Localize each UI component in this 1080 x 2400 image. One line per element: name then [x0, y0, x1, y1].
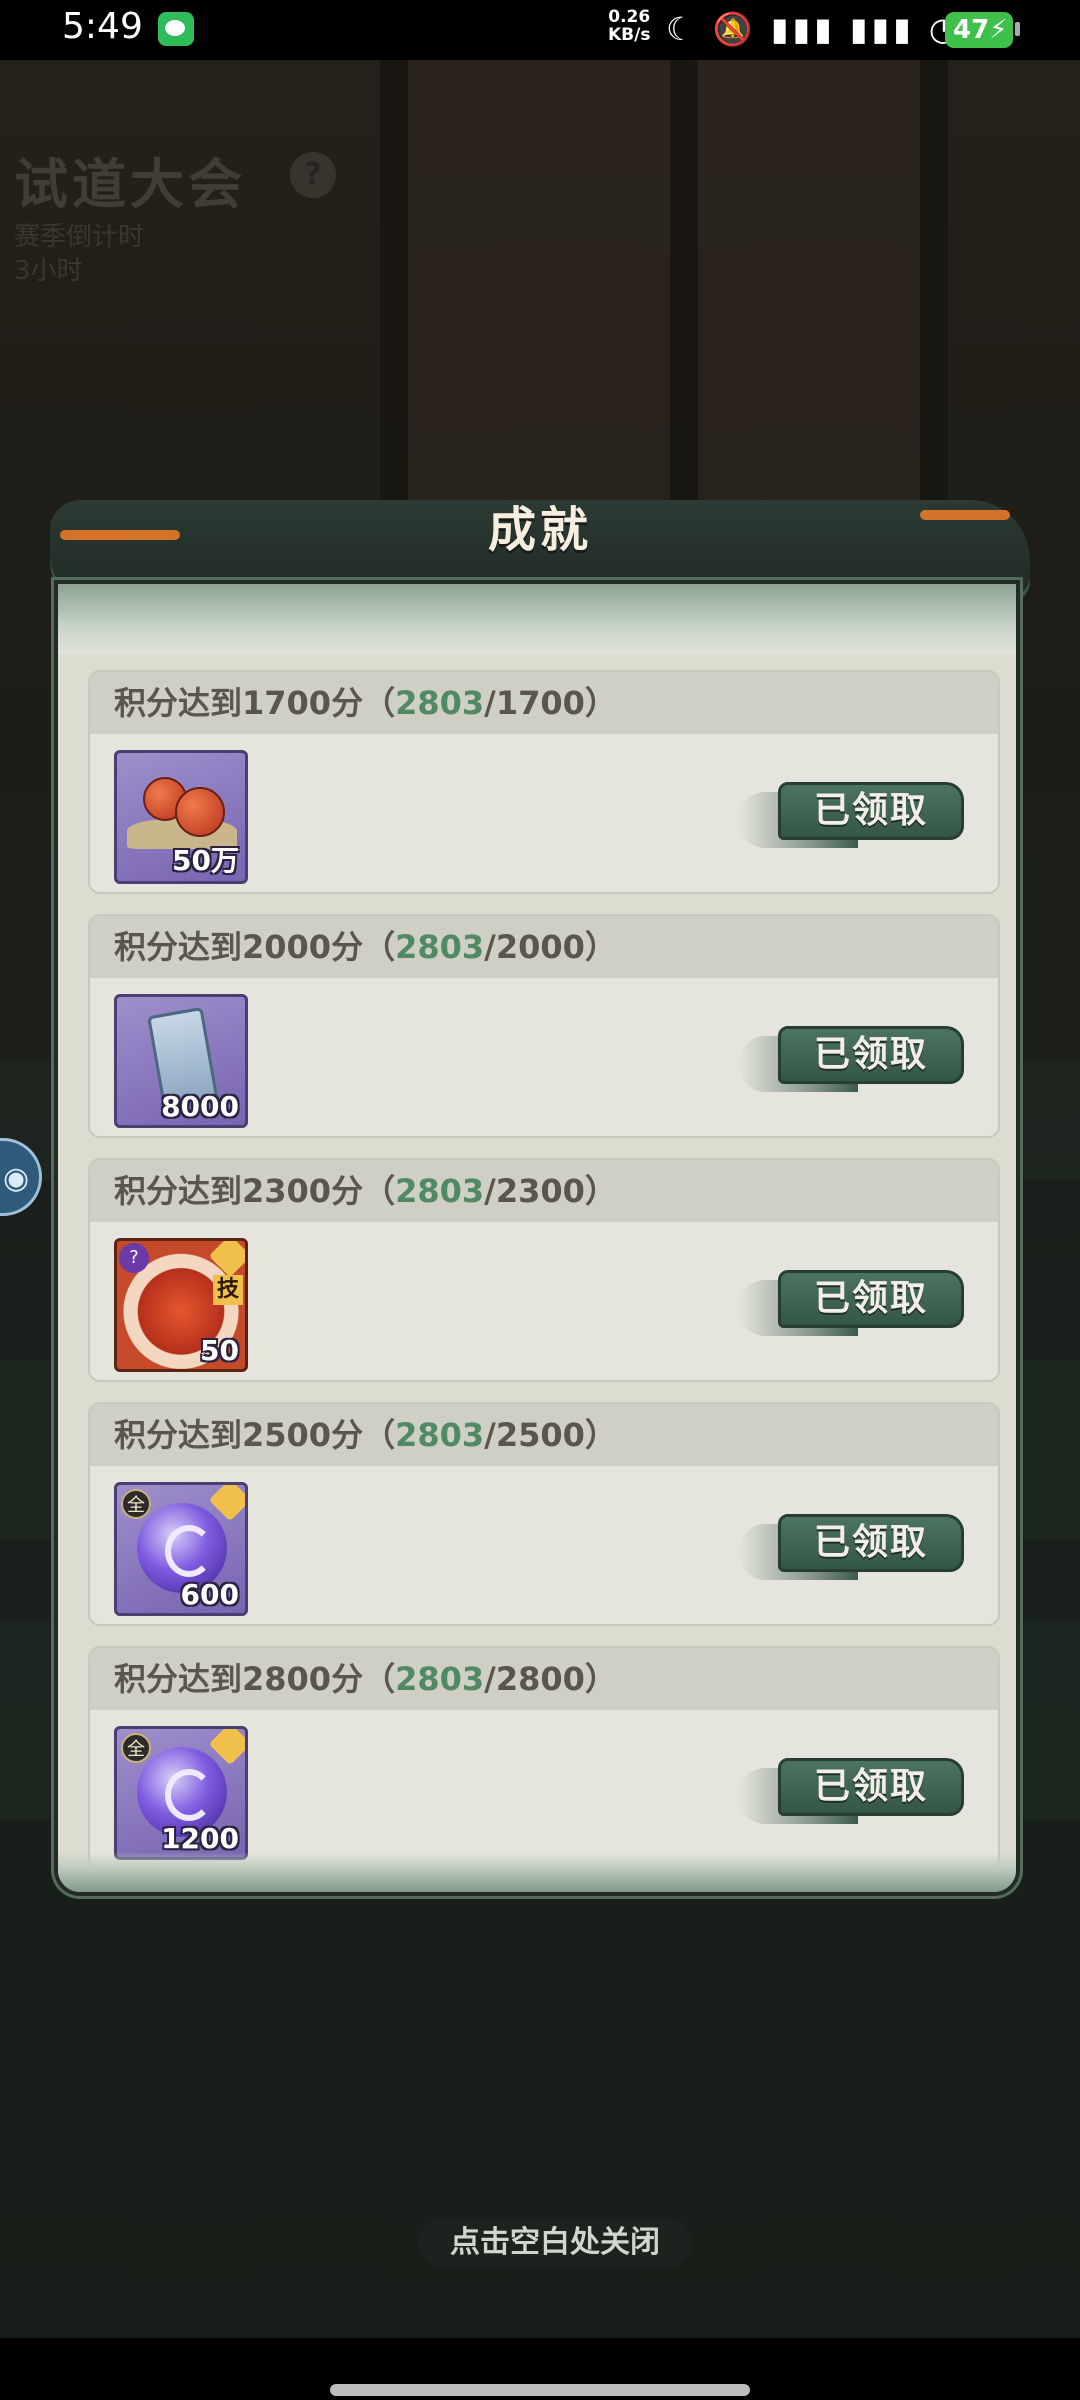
achievement-item: 积分达到2800分（2803/2800） 全 1200 已领取: [88, 1646, 1000, 1870]
achievement-label-suffix: /1700）: [484, 684, 617, 722]
close-hint[interactable]: 点击空白处关闭: [418, 2218, 692, 2268]
achievement-label: 积分达到2500分（2803/2500）: [90, 1404, 998, 1466]
achievement-label-prefix: 积分达到1700分（: [114, 684, 396, 722]
achievement-label-prefix: 积分达到2000分（: [114, 928, 396, 966]
reward-quantity: 1200: [161, 1822, 239, 1855]
claim-button-wrap: 已领取: [738, 1270, 968, 1340]
signal-icon: ▮▮▮: [770, 10, 836, 48]
claimed-button[interactable]: 已领取: [778, 1270, 964, 1328]
claimed-button[interactable]: 已领取: [778, 1758, 964, 1816]
achievement-item: 积分达到2300分（2803/2300） ? 技 50 已领取: [88, 1158, 1000, 1382]
all-badge: 全: [121, 1489, 151, 1519]
quality-badge-icon: ?: [119, 1243, 149, 1273]
reward-icon[interactable]: 全 600: [114, 1482, 248, 1616]
claim-button-wrap: 已领取: [738, 1514, 968, 1584]
claim-button-wrap: 已领取: [738, 782, 968, 852]
home-indicator[interactable]: [330, 2384, 750, 2396]
network-speed-value: 0.26: [608, 7, 651, 27]
gamepad-icon: ◉: [3, 1161, 30, 1196]
current-score: 2803: [395, 684, 485, 722]
achievement-modal: 积分达到1700分（2803/1700） 50万 已领取 积分达到2000分（2…: [54, 580, 1020, 1896]
reward-icon[interactable]: 50万: [114, 750, 248, 884]
current-score: 2803: [395, 1660, 485, 1698]
reward-quantity: 8000: [161, 1090, 239, 1123]
system-icons: ☾ 🔕 ▮▮▮ ▮▮▮ ◔: [666, 10, 961, 48]
achievement-label-suffix: /2000）: [484, 928, 617, 966]
reward-icon[interactable]: ? 技 50: [114, 1238, 248, 1372]
claimed-button[interactable]: 已领取: [778, 1514, 964, 1572]
achievement-label-suffix: /2800）: [484, 1660, 617, 1698]
claim-button-wrap: 已领取: [738, 1758, 968, 1828]
achievement-label-suffix: /2500）: [484, 1416, 617, 1454]
puzzle-piece-icon: [208, 1485, 245, 1522]
status-time: 5:49: [62, 6, 143, 47]
achievement-label-prefix: 积分达到2800分（: [114, 1660, 396, 1698]
network-speed: 0.26 KB/s: [608, 8, 650, 44]
claim-button-wrap: 已领取: [738, 1026, 968, 1096]
claimed-button[interactable]: 已领取: [778, 782, 964, 840]
achievement-label: 积分达到2800分（2803/2800）: [90, 1648, 998, 1710]
reward-quantity: 600: [180, 1578, 239, 1611]
battery-level: 47: [953, 15, 990, 45]
achievement-label-prefix: 积分达到2500分（: [114, 1416, 396, 1454]
moon-icon: ☾: [666, 10, 699, 48]
network-speed-unit: KB/s: [608, 25, 651, 45]
achievement-item: 积分达到2500分（2803/2500） 全 600 已领取: [88, 1402, 1000, 1626]
gourd-money-icon: [175, 787, 225, 837]
current-score: 2803: [395, 1416, 485, 1454]
reward-quantity: 50: [200, 1334, 239, 1367]
cloud-decoration: [58, 584, 1016, 654]
achievement-label: 积分达到1700分（2803/1700）: [90, 672, 998, 734]
wechat-icon: [158, 12, 194, 46]
reward-icon[interactable]: 全 1200: [114, 1726, 248, 1860]
current-score: 2803: [395, 1172, 485, 1210]
achievement-label: 积分达到2300分（2803/2300）: [90, 1160, 998, 1222]
cloud-decoration: [58, 1852, 1016, 1892]
status-bar: 5:49 0.26 KB/s ☾ 🔕 ▮▮▮ ▮▮▮ ◔ 47⚡: [0, 0, 1080, 60]
achievement-label-prefix: 积分达到2300分（: [114, 1172, 396, 1210]
achievement-item: 积分达到2000分（2803/2000） 8000 已领取: [88, 914, 1000, 1138]
achievement-label-suffix: /2300）: [484, 1172, 617, 1210]
current-score: 2803: [395, 928, 485, 966]
puzzle-piece-icon: [208, 1729, 245, 1766]
all-badge: 全: [121, 1733, 151, 1763]
achievement-label: 积分达到2000分（2803/2000）: [90, 916, 998, 978]
achievement-item: 积分达到1700分（2803/1700） 50万 已领取: [88, 670, 1000, 894]
mute-icon: 🔕: [712, 10, 757, 48]
claimed-button[interactable]: 已领取: [778, 1026, 964, 1084]
battery-indicator: 47⚡: [945, 12, 1013, 48]
skill-badge: 技: [213, 1275, 243, 1305]
modal-title: 成就: [487, 502, 592, 558]
signal-icon: ▮▮▮: [849, 10, 915, 48]
battery-tip: [1015, 22, 1020, 36]
reward-quantity: 50万: [172, 844, 239, 877]
reward-icon[interactable]: 8000: [114, 994, 248, 1128]
